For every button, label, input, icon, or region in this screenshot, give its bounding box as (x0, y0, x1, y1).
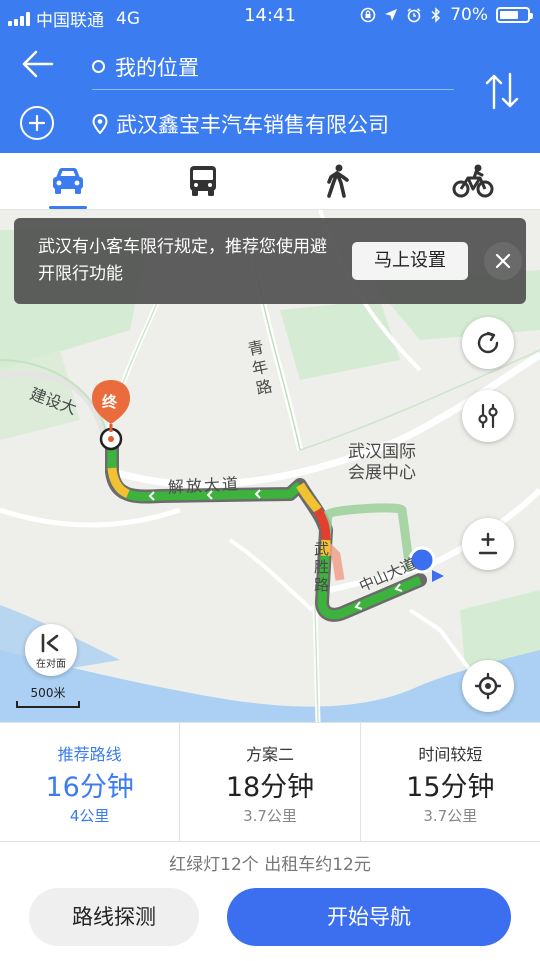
notice-close-button[interactable] (484, 242, 522, 280)
route-name: 推荐路线 (57, 745, 122, 764)
refresh-icon (477, 331, 499, 354)
route-distance: 3.7公里 (423, 807, 478, 825)
bluetooth-icon (431, 7, 441, 23)
tab-bike[interactable] (405, 153, 540, 209)
tab-walk[interactable] (270, 153, 405, 209)
back-button[interactable] (20, 46, 56, 82)
close-icon (495, 253, 511, 269)
zoom-button[interactable] (462, 518, 514, 570)
heading-arrow-icon (432, 570, 444, 582)
route-preferences-button[interactable] (462, 390, 514, 442)
bike-icon (452, 164, 493, 198)
origin-field[interactable]: 我的位置 (92, 44, 454, 90)
route-search-header: 中国联通 4G 14:41 70% 我的位置 武汉鑫宝丰汽车销售有限公司 (0, 0, 540, 153)
route-distance: 3.7公里 (243, 807, 297, 825)
destination-text: 武汉鑫宝丰汽车销售有限公司 (116, 113, 389, 137)
route-name: 时间较短 (418, 745, 483, 764)
refresh-route-button[interactable] (462, 317, 514, 369)
crosshair-icon (474, 672, 502, 700)
sliders-icon (478, 403, 498, 429)
rotation-lock-icon (360, 7, 376, 23)
travel-mode-tabs (0, 153, 540, 210)
notice-setup-button[interactable]: 马上设置 (352, 242, 468, 280)
restriction-notice: 武汉有小客车限行规定，推荐您使用避开限行功能 马上设置 (14, 218, 526, 304)
scale-bar (16, 701, 80, 708)
route-info: 红绿灯12个 出租车约12元 (169, 855, 371, 875)
road-label-wusheng: 武胜路 (314, 540, 330, 594)
origin-dot-icon (92, 60, 105, 73)
destination-field[interactable]: 武汉鑫宝丰汽车销售有限公司 (92, 104, 454, 144)
destination-pin-icon (92, 114, 108, 134)
swap-arrows-icon (485, 72, 519, 110)
park-area (280, 300, 400, 380)
road-label-jiefang: 解放大道 (167, 474, 241, 497)
walk-icon (326, 164, 349, 198)
tab-bus[interactable] (135, 153, 270, 209)
battery-percent: 70% (450, 5, 488, 25)
battery-icon (496, 7, 533, 23)
route-name: 方案二 (245, 745, 294, 764)
route-option-2[interactable]: 方案二 18分钟 3.7公里 (180, 723, 361, 841)
route-time: 15分钟 (406, 772, 495, 803)
route-option-1[interactable]: 推荐路线 16分钟 4公里 (0, 723, 181, 841)
plus-icon (28, 114, 46, 132)
route-time: 18分钟 (225, 772, 315, 803)
alarm-icon (407, 8, 421, 23)
start-navigation-button[interactable]: 开始导航 (227, 888, 511, 946)
opposite-side-button[interactable]: 在对面 (25, 624, 77, 676)
locate-me-button[interactable] (462, 660, 514, 712)
add-waypoint-button[interactable] (20, 106, 54, 140)
back-arrow-icon (22, 50, 54, 78)
route-distance: 4公里 (69, 807, 110, 825)
poi-label-expo: 武汉国际会展中心 (348, 442, 416, 483)
bus-icon (189, 166, 216, 196)
status-bar: 中国联通 4G 14:41 70% (0, 0, 540, 32)
tab-drive[interactable] (0, 153, 135, 209)
car-icon (52, 168, 83, 194)
skip-back-icon (41, 633, 59, 653)
route-options: 推荐路线 16分钟 4公里 方案二 18分钟 3.7公里 时间较短 15分钟 3… (0, 722, 540, 842)
end-marker-label: 终 (102, 393, 118, 411)
swap-origin-destination-button[interactable] (484, 72, 520, 110)
route-option-3[interactable]: 时间较短 15分钟 3.7公里 (361, 723, 540, 841)
route-time: 16分钟 (45, 772, 134, 803)
route-probe-button[interactable]: 路线探测 (29, 888, 199, 946)
scale-label: 500米 (30, 686, 66, 700)
route-map[interactable]: 终 建设大 青年路 解放大道 武汉国际会展中心 武胜路 中山大道 武汉有小客车限… (0, 210, 540, 722)
map-scale: 500米 (16, 684, 80, 708)
opposite-side-label: 在对面 (36, 659, 66, 670)
origin-text: 我的位置 (115, 55, 199, 80)
notice-text: 武汉有小客车限行规定，推荐您使用避开限行功能 (38, 237, 327, 284)
location-arrow-icon (385, 9, 398, 21)
plus-minus-icon (478, 532, 498, 555)
